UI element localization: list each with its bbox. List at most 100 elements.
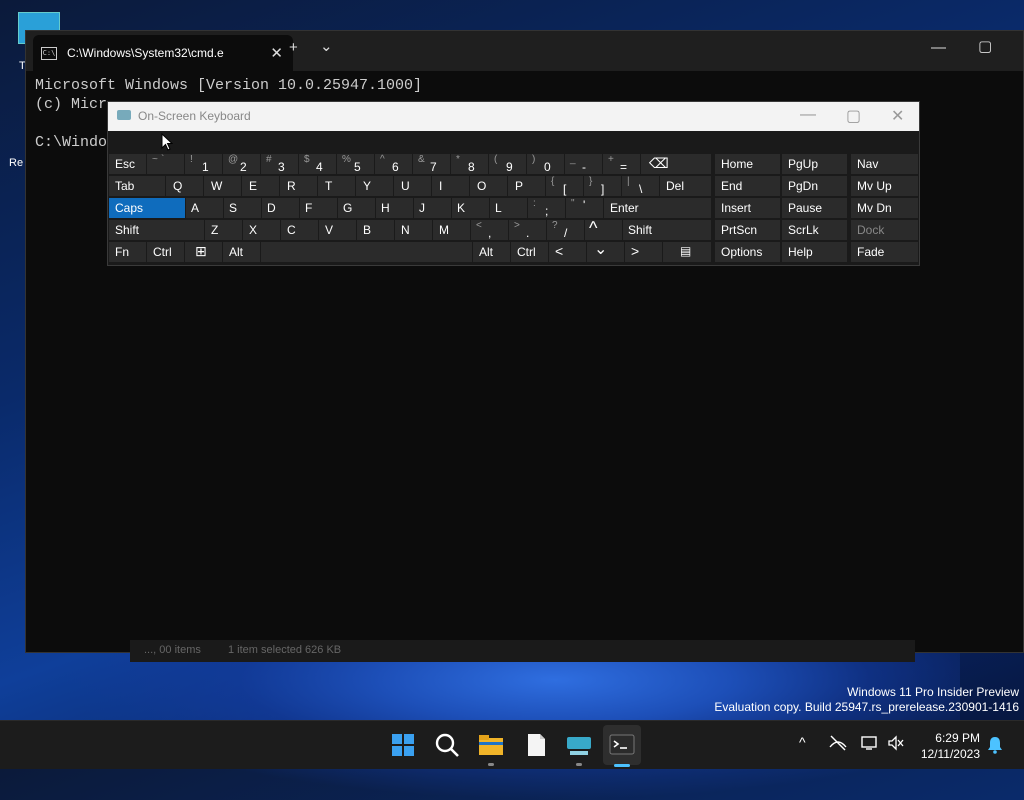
key-down-arrow[interactable]: ⌄ [587, 241, 624, 262]
key-space[interactable] [261, 242, 472, 262]
key-windows[interactable]: ⊞ [185, 242, 222, 262]
key-options[interactable]: Options [715, 242, 780, 262]
key-esc[interactable]: Esc [109, 154, 146, 174]
key-ctrl-left[interactable]: Ctrl [147, 242, 184, 262]
key-f[interactable]: F [300, 198, 337, 218]
key-menu[interactable]: ▤ [663, 242, 711, 262]
key-up-arrow[interactable]: ^ [585, 218, 622, 240]
key-nav[interactable]: Nav [851, 154, 918, 174]
key-n[interactable]: N [395, 220, 432, 240]
terminal-titlebar[interactable]: C:\ C:\Windows\System32\cmd.e ✕ + ⌄ — ▢ [26, 31, 1023, 71]
osk-titlebar[interactable]: On-Screen Keyboard — ▢ ✕ [108, 102, 919, 131]
key-tab[interactable]: Tab [109, 176, 165, 196]
desktop-icon-recycle-bin[interactable]: Re [9, 157, 23, 169]
key-right-bracket[interactable]: }] [584, 176, 621, 196]
key-insert[interactable]: Insert [715, 198, 780, 218]
key-w[interactable]: W [204, 176, 241, 196]
key-scrlk[interactable]: ScrLk [782, 220, 847, 240]
key-mv-dn[interactable]: Mv Dn [851, 198, 918, 218]
key-a[interactable]: A [186, 198, 223, 218]
key-comma[interactable]: <, [471, 220, 508, 240]
key-3[interactable]: #3 [261, 154, 298, 174]
key-left-bracket[interactable]: {[ [546, 176, 583, 196]
key-tilde[interactable]: ~ ` [147, 154, 184, 174]
key-r[interactable]: R [280, 176, 317, 196]
maximize-button[interactable]: ▢ [978, 37, 992, 55]
key-m[interactable]: M [433, 220, 470, 240]
on-screen-keyboard-taskbar-icon[interactable] [565, 731, 593, 759]
key-6[interactable]: ^ 6 [375, 154, 412, 174]
notification-bell-icon[interactable] [987, 736, 1003, 754]
key-caps[interactable]: Caps [109, 198, 185, 218]
minimize-button[interactable]: — [931, 39, 946, 56]
key-p[interactable]: P [508, 176, 545, 196]
key-alt-right[interactable]: Alt [473, 242, 510, 262]
key-d[interactable]: D [262, 198, 299, 218]
notepad-icon[interactable] [522, 731, 550, 759]
new-tab-button[interactable]: + [289, 39, 298, 56]
key-e[interactable]: E [242, 176, 279, 196]
key-fade[interactable]: Fade [851, 242, 918, 262]
key-c[interactable]: C [281, 220, 318, 240]
key-dock[interactable]: Dock [851, 220, 918, 240]
key-8[interactable]: * 8 [451, 154, 488, 174]
tab-dropdown-button[interactable]: ⌄ [320, 37, 333, 55]
key-0[interactable]: ) 0 [527, 154, 564, 174]
key-7[interactable]: & 7 [413, 154, 450, 174]
key-h[interactable]: H [376, 198, 413, 218]
key-2[interactable]: @2 [223, 154, 260, 174]
terminal-taskbar-button[interactable] [603, 725, 641, 765]
key-mv-up[interactable]: Mv Up [851, 176, 918, 196]
on-screen-keyboard-window[interactable]: On-Screen Keyboard — ▢ ✕ Esc ~ ` ! 1 @2 #3… [107, 101, 920, 266]
network-disconnected-icon[interactable] [829, 735, 847, 751]
search-icon[interactable] [433, 731, 461, 759]
key-s[interactable]: S [224, 198, 261, 218]
key-t[interactable]: T [318, 176, 355, 196]
osk-maximize-button[interactable]: ▢ [846, 106, 861, 126]
key-enter[interactable]: Enter [604, 198, 711, 218]
taskbar[interactable]: ^ 6:29 PM 12/11/2023 [0, 720, 1024, 769]
key-del[interactable]: Del [660, 176, 711, 196]
tab-close-icon[interactable]: ✕ [270, 44, 283, 62]
volume-muted-icon[interactable] [887, 735, 905, 751]
key-minus[interactable]: _ - [565, 154, 602, 174]
key-slash[interactable]: ? / [547, 220, 584, 240]
key-4[interactable]: $4 [299, 154, 336, 174]
file-explorer-icon[interactable] [477, 731, 505, 759]
key-5[interactable]: % 5 [337, 154, 374, 174]
key-backslash[interactable]: | \ [622, 176, 659, 196]
key-equals[interactable]: + = [603, 154, 640, 174]
key-x[interactable]: X [243, 220, 280, 240]
key-shift-right[interactable]: Shift [623, 220, 711, 240]
key-pgup[interactable]: PgUp [782, 154, 847, 174]
key-l[interactable]: L [490, 198, 527, 218]
key-z[interactable]: Z [205, 220, 242, 240]
key-j[interactable]: J [414, 198, 451, 218]
key-home[interactable]: Home [715, 154, 780, 174]
key-prtscn[interactable]: PrtScn [715, 220, 780, 240]
key-pause[interactable]: Pause [782, 198, 847, 218]
key-pgdn[interactable]: PgDn [782, 176, 847, 196]
key-b[interactable]: B [357, 220, 394, 240]
key-semicolon[interactable]: :; [528, 198, 565, 218]
key-ctrl-right[interactable]: Ctrl [511, 242, 548, 262]
key-right-arrow[interactable]: > [625, 242, 662, 262]
key-q[interactable]: Q [166, 176, 203, 196]
key-y[interactable]: Y [356, 176, 393, 196]
key-u[interactable]: U [394, 176, 431, 196]
osk-close-button[interactable]: ✕ [891, 106, 904, 126]
key-quote[interactable]: " ' [566, 198, 603, 218]
tray-chevron-icon[interactable]: ^ [799, 734, 806, 750]
key-k[interactable]: K [452, 198, 489, 218]
key-shift-left[interactable]: Shift [109, 220, 204, 240]
key-help[interactable]: Help [782, 242, 847, 262]
key-end[interactable]: End [715, 176, 780, 196]
key-9[interactable]: (9 [489, 154, 526, 174]
key-backspace[interactable]: ⌫ [641, 154, 711, 174]
key-v[interactable]: V [319, 220, 356, 240]
key-fn[interactable]: Fn [109, 242, 146, 262]
key-g[interactable]: G [338, 198, 375, 218]
key-period[interactable]: >. [509, 220, 546, 240]
key-o[interactable]: O [470, 176, 507, 196]
key-1[interactable]: ! 1 [185, 154, 222, 174]
